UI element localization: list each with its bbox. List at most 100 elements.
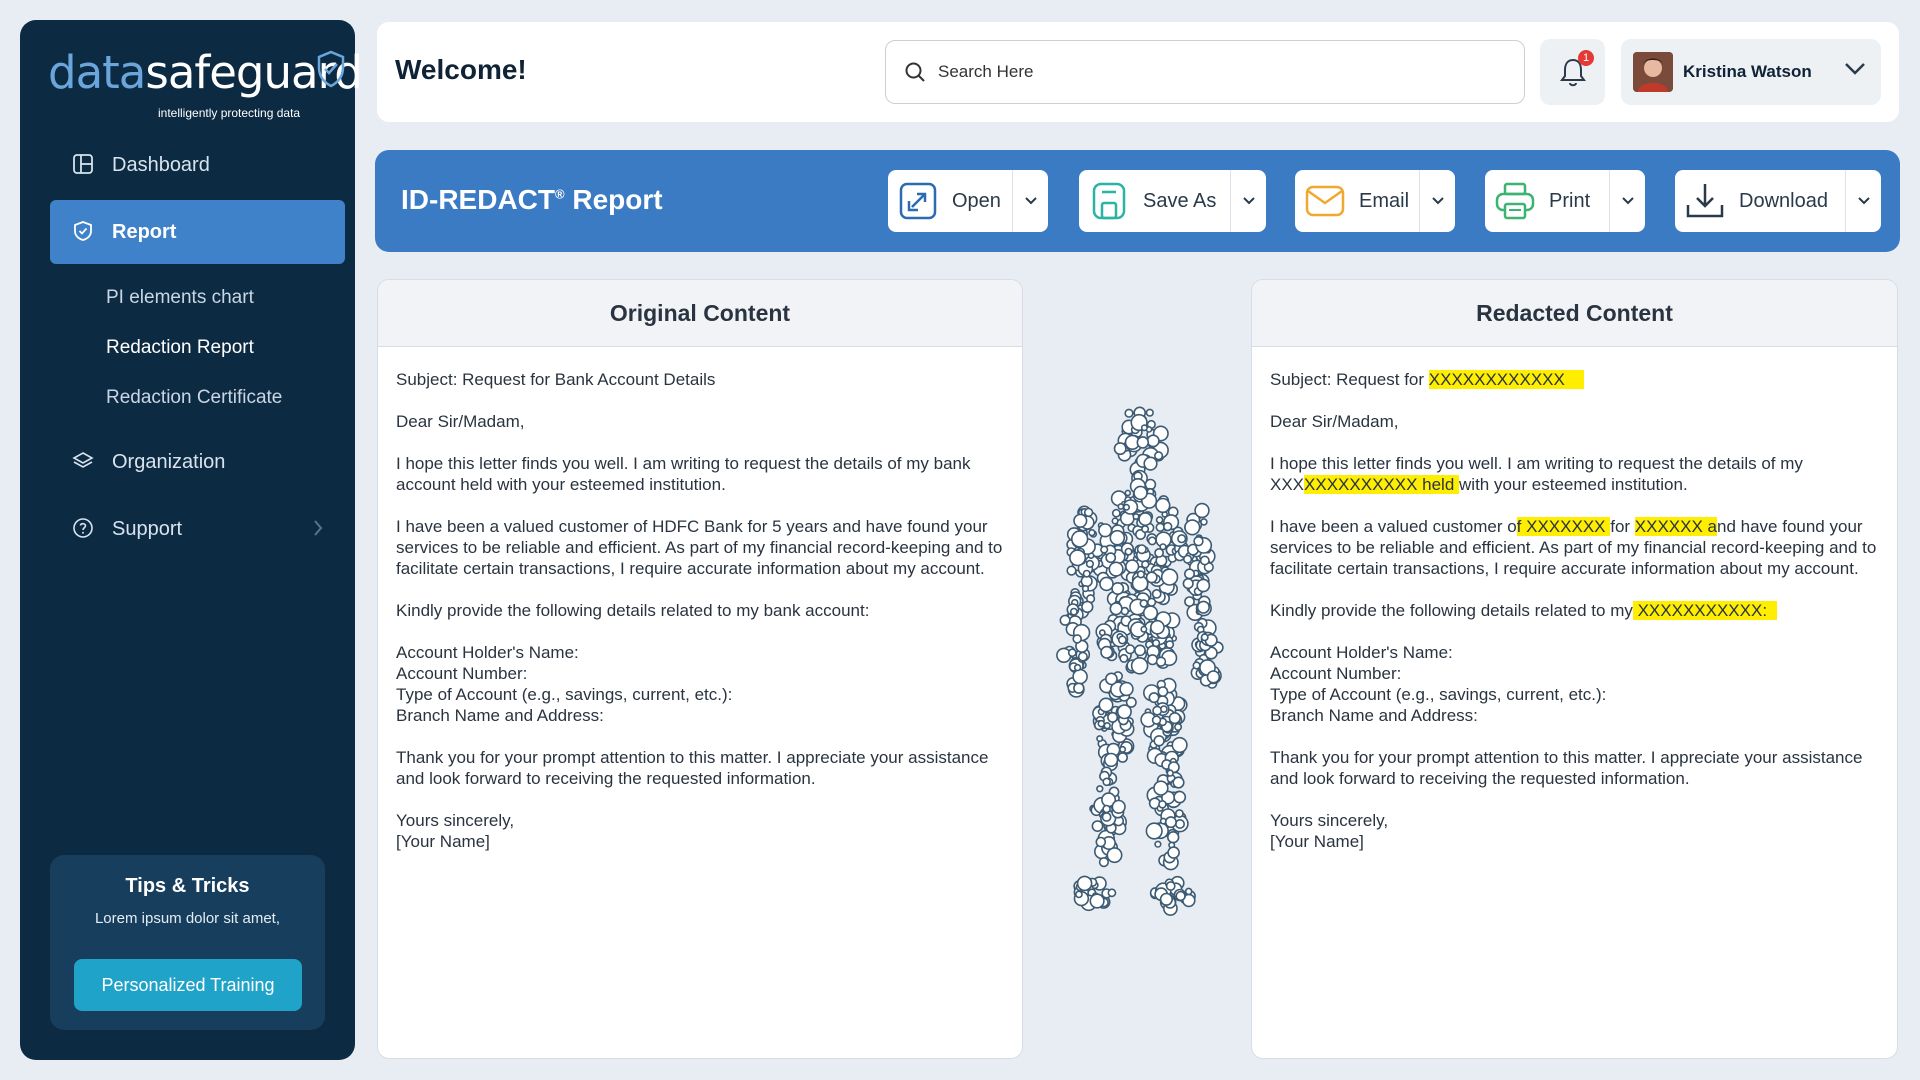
letter-signature: [Your Name] (1270, 832, 1364, 851)
user-menu[interactable]: Kristina Watson (1621, 39, 1881, 105)
figure-bubble (1073, 663, 1082, 672)
figure-bubble (1196, 600, 1210, 614)
figure-bubble (1153, 735, 1165, 747)
figure-bubble (1124, 547, 1133, 556)
save-as-button[interactable]: Save As (1079, 170, 1266, 232)
figure-bubble (1136, 436, 1150, 449)
figure-bubble (1173, 790, 1187, 804)
save-as-dropdown-button[interactable] (1230, 170, 1266, 232)
figure-bubble (1152, 705, 1163, 716)
sidebar-item-dashboard[interactable]: Dashboard (50, 133, 345, 197)
figure-bubble (1097, 719, 1106, 728)
notification-badge: 1 (1578, 50, 1594, 66)
letter-paragraph: Thank you for your prompt attention to t… (396, 748, 989, 788)
figure-bubble (1199, 555, 1210, 566)
report-title-text: ID-REDACT (401, 184, 555, 215)
figure-bubble (1116, 704, 1132, 720)
download-dropdown-button[interactable] (1845, 170, 1881, 232)
figure-bubble (1174, 809, 1184, 818)
figure-bubble (1075, 890, 1083, 899)
download-label: Download (1739, 189, 1828, 212)
figure-bubble (1200, 633, 1209, 642)
open-label: Open (952, 189, 1001, 212)
sidebar-item-support[interactable]: Support (50, 497, 345, 561)
sidebar: datasafeguard intelligently protecting d… (20, 20, 363, 1060)
paragraph-text: I have been a valued customer o (1270, 517, 1517, 536)
figure-bubble (1113, 442, 1127, 456)
figure-bubble (1145, 822, 1163, 840)
chevron-down-icon (1845, 63, 1865, 75)
field-label: Branch Name and Address: (396, 706, 604, 725)
search-input[interactable] (938, 62, 1498, 82)
figure-bubble (1102, 777, 1112, 787)
figure-bubble (1150, 619, 1165, 635)
figure-bubble (1172, 776, 1185, 789)
figure-bubble (1124, 644, 1136, 655)
figure-bubble (1148, 692, 1160, 704)
figure-bubble (1096, 735, 1104, 743)
notifications-button[interactable]: 1 (1540, 39, 1605, 105)
figure-bubble (1107, 888, 1117, 898)
subitem-redaction-certificate[interactable]: Redaction Certificate (106, 387, 282, 409)
figure-bubble (1098, 629, 1106, 637)
subitem-redaction-report[interactable]: Redaction Report (106, 337, 254, 359)
figure-bubble (1175, 890, 1186, 902)
chevron-down-icon (1857, 197, 1870, 205)
tips-text: Lorem ipsum dolor sit amet, (94, 910, 281, 927)
open-button[interactable]: Open (888, 170, 1048, 232)
original-content-panel: Original Content Subject: Request for Ba… (377, 279, 1023, 1059)
figure-bubble (1155, 497, 1171, 514)
figure-bubble (1124, 408, 1134, 418)
figure-bubble (1105, 672, 1118, 686)
download-button[interactable]: Download (1675, 170, 1881, 232)
layers-icon (72, 450, 96, 474)
report-title-suffix: Report (564, 184, 663, 215)
figure-bubble (1145, 408, 1154, 417)
email-button[interactable]: Email (1295, 170, 1455, 232)
envelope-icon (1303, 179, 1347, 223)
save-as-label: Save As (1143, 189, 1217, 212)
figure-bubble (1081, 600, 1094, 614)
letter-fields: Account Holder's Name: Account Number: T… (1270, 642, 1879, 726)
figure-bubble (1111, 799, 1126, 814)
print-button[interactable]: Print (1485, 170, 1645, 232)
figure-bubble (1072, 634, 1083, 644)
figure-bubble (1089, 893, 1105, 909)
chevron-down-icon (1431, 197, 1444, 205)
open-dropdown-button[interactable] (1012, 170, 1048, 232)
personalized-training-button[interactable]: Personalized Training (74, 959, 302, 1011)
field-label: Account Holder's Name: (1270, 643, 1453, 662)
sidebar-item-report[interactable]: Report (50, 200, 345, 264)
original-letter: Subject: Request for Bank Account Detail… (378, 347, 1022, 852)
shield-check-icon (72, 220, 96, 244)
figure-bubble (1100, 645, 1114, 659)
figure-bubble (1076, 875, 1093, 892)
print-label: Print (1549, 189, 1591, 212)
figure-bubble (1139, 599, 1149, 608)
shield-logo-icon (317, 50, 345, 88)
figure-bubble (1073, 513, 1088, 528)
field-label: Account Holder's Name: (396, 643, 579, 662)
figure-bubble (1192, 661, 1201, 670)
print-dropdown-button[interactable] (1609, 170, 1645, 232)
field-label: Branch Name and Address: (1270, 706, 1478, 725)
figure-bubble (1159, 543, 1167, 551)
search-box[interactable] (885, 40, 1525, 104)
figure-bubble (1096, 785, 1104, 793)
page-title: Welcome! (395, 54, 527, 85)
email-dropdown-button[interactable] (1419, 170, 1455, 232)
figure-bubble (1071, 530, 1089, 548)
help-circle-icon (72, 517, 96, 541)
subitem-pi-elements-chart[interactable]: PI elements chart (106, 287, 254, 309)
sidebar-item-organization[interactable]: Organization (50, 430, 345, 494)
figure-bubble (1183, 554, 1193, 564)
figure-bubble (1066, 565, 1077, 576)
sidebar-item-label: Report (112, 220, 177, 243)
figure-bubble (1164, 816, 1177, 829)
report-toolbar: ID-REDACT® Report Open Save As Email Pri… (375, 150, 1900, 252)
redaction-highlight: XXXXXXXXXXXX (1428, 370, 1584, 389)
figure-bubble (1081, 585, 1090, 593)
letter-subject: Subject: Request for Bank Account Detail… (396, 370, 716, 389)
brand-logo[interactable]: datasafeguard intelligently protecting d… (48, 46, 363, 126)
figure-bubble (1106, 847, 1123, 864)
